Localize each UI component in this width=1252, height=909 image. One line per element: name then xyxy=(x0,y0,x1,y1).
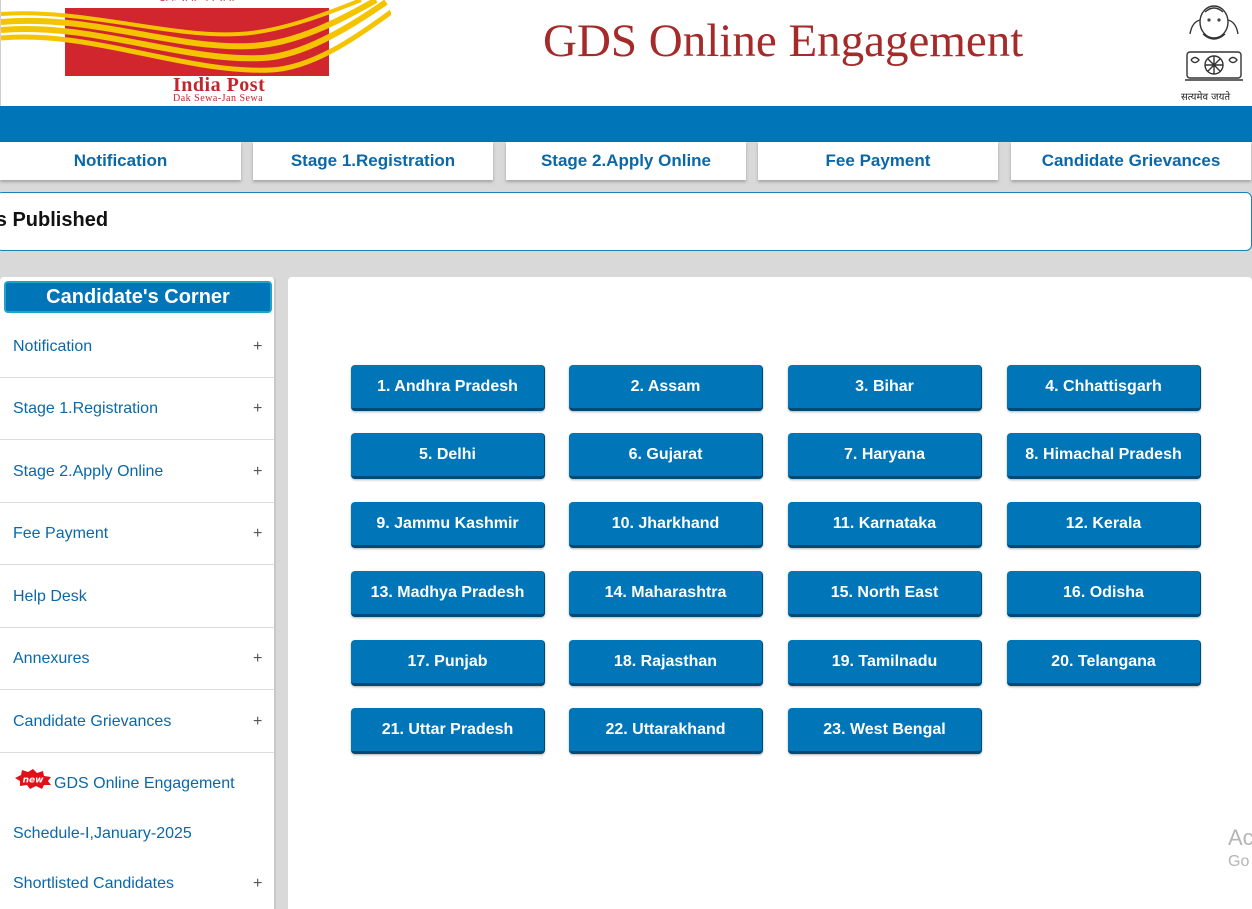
new-badge-text: new xyxy=(23,776,45,786)
new-badge-icon: new xyxy=(15,769,51,789)
logo-tagline: Dak Sewa-Jan Sewa xyxy=(173,93,264,104)
sidebar-item-stage2-apply-online[interactable]: Stage 2.Apply Online + xyxy=(0,441,274,503)
sidebar-item-label: Notification xyxy=(13,338,93,355)
sidebar-schedule[interactable]: Schedule-I,January-2025 xyxy=(0,803,274,853)
circle-button-west-bengal[interactable]: 23. West Bengal xyxy=(788,708,982,754)
nav-candidate-grievances[interactable]: Candidate Grievances xyxy=(1011,142,1251,180)
news-marquee: tes Published xyxy=(0,192,1252,251)
nav-stage1-registration[interactable]: Stage 1.Registration xyxy=(253,142,493,180)
page-title: GDS Online Engagement xyxy=(543,15,1024,67)
top-navigation: Notification Stage 1.Registration Stage … xyxy=(0,142,1252,182)
sidebar-heading: Candidate's Corner xyxy=(4,281,272,313)
circle-selection-panel: 1. Andhra Pradesh 2. Assam 3. Bihar 4. C… xyxy=(288,277,1252,909)
sidebar-item-label: Shortlisted Candidates xyxy=(13,875,174,892)
circle-button-karnataka[interactable]: 11. Karnataka xyxy=(788,502,982,548)
watermark-line2: Go xyxy=(1228,853,1250,870)
sidebar-item-help-desk[interactable]: Help Desk xyxy=(0,566,274,628)
expand-icon[interactable]: + xyxy=(253,463,262,481)
circle-button-jharkhand[interactable]: 10. Jharkhand xyxy=(569,502,763,548)
sidebar-item-label: Annexures xyxy=(13,650,90,667)
activation-watermark: Ac Go xyxy=(1228,825,1252,871)
circle-button-north-east[interactable]: 15. North East xyxy=(788,571,982,617)
circle-button-tamilnadu[interactable]: 19. Tamilnadu xyxy=(788,640,982,686)
circle-button-haryana[interactable]: 7. Haryana xyxy=(788,433,982,479)
circle-button-gujarat[interactable]: 6. Gujarat xyxy=(569,433,763,479)
circle-button-rajasthan[interactable]: 18. Rajasthan xyxy=(569,640,763,686)
circle-button-madhya-pradesh[interactable]: 13. Madhya Pradesh xyxy=(351,571,545,617)
logo-swoosh-icon xyxy=(1,0,391,73)
circle-button-punjab[interactable]: 17. Punjab xyxy=(351,640,545,686)
circle-button-kerala[interactable]: 12. Kerala xyxy=(1007,502,1201,548)
circle-button-assam[interactable]: 2. Assam xyxy=(569,365,763,411)
circle-button-andhra-pradesh[interactable]: 1. Andhra Pradesh xyxy=(351,365,545,411)
sidebar-item-fee-payment[interactable]: Fee Payment + xyxy=(0,503,274,565)
emblem-motto: सत्यमेव जयते xyxy=(1181,92,1231,103)
circle-button-himachal-pradesh[interactable]: 8. Himachal Pradesh xyxy=(1007,433,1201,479)
sidebar-announcement[interactable]: new GDS Online Engagement xyxy=(0,753,274,803)
circle-button-delhi[interactable]: 5. Delhi xyxy=(351,433,545,479)
expand-icon[interactable]: + xyxy=(253,338,262,356)
header-blue-band xyxy=(0,106,1252,142)
sidebar-item-label: Help Desk xyxy=(13,588,87,605)
sidebar-item-annexures[interactable]: Annexures + xyxy=(0,628,274,690)
sidebar-item-candidate-grievances[interactable]: Candidate Grievances + xyxy=(0,691,274,753)
expand-icon[interactable]: + xyxy=(253,525,262,543)
sidebar-item-notification[interactable]: Notification + xyxy=(0,316,274,378)
expand-icon[interactable]: + xyxy=(253,713,262,731)
sidebar-item-label: Stage 1.Registration xyxy=(13,400,158,417)
sidebar-item-stage1-registration[interactable]: Stage 1.Registration + xyxy=(0,378,274,440)
circle-button-bihar[interactable]: 3. Bihar xyxy=(788,365,982,411)
site-header: डाक सेवा-जन सेवा India Post Dak Sewa-Jan… xyxy=(0,0,1252,106)
expand-icon[interactable]: + xyxy=(253,400,262,418)
candidates-corner-sidebar: Candidate's Corner Notification + Stage … xyxy=(0,277,276,909)
circle-button-maharashtra[interactable]: 14. Maharashtra xyxy=(569,571,763,617)
nav-stage2-apply-online[interactable]: Stage 2.Apply Online xyxy=(506,142,746,180)
expand-icon[interactable]: + xyxy=(253,650,262,668)
sidebar-item-label: Fee Payment xyxy=(13,525,109,542)
nav-notification[interactable]: Notification xyxy=(0,142,241,180)
nav-fee-payment[interactable]: Fee Payment xyxy=(758,142,998,180)
announcement-label[interactable]: GDS Online Engagement xyxy=(54,775,235,793)
circle-button-telangana[interactable]: 20. Telangana xyxy=(1007,640,1201,686)
circle-button-chhattisgarh[interactable]: 4. Chhattisgarh xyxy=(1007,365,1201,411)
sidebar-item-shortlisted-candidates[interactable]: Shortlisted Candidates + xyxy=(0,853,274,909)
circle-button-jammu-kashmir[interactable]: 9. Jammu Kashmir xyxy=(351,502,545,548)
watermark-line1: Ac xyxy=(1228,825,1252,850)
circle-button-uttar-pradesh[interactable]: 21. Uttar Pradesh xyxy=(351,708,545,754)
circle-button-odisha[interactable]: 16. Odisha xyxy=(1007,571,1201,617)
marquee-text[interactable]: tes Published xyxy=(0,209,108,232)
sidebar-item-label: Stage 2.Apply Online xyxy=(13,463,164,480)
sidebar-item-label: Candidate Grievances xyxy=(13,713,172,730)
schedule-label[interactable]: Schedule-I,January-2025 xyxy=(13,825,192,843)
expand-icon[interactable]: + xyxy=(253,875,262,893)
circle-button-uttarakhand[interactable]: 22. Uttarakhand xyxy=(569,708,763,754)
india-post-logo[interactable]: डाक सेवा-जन सेवा India Post Dak Sewa-Jan… xyxy=(1,0,391,106)
